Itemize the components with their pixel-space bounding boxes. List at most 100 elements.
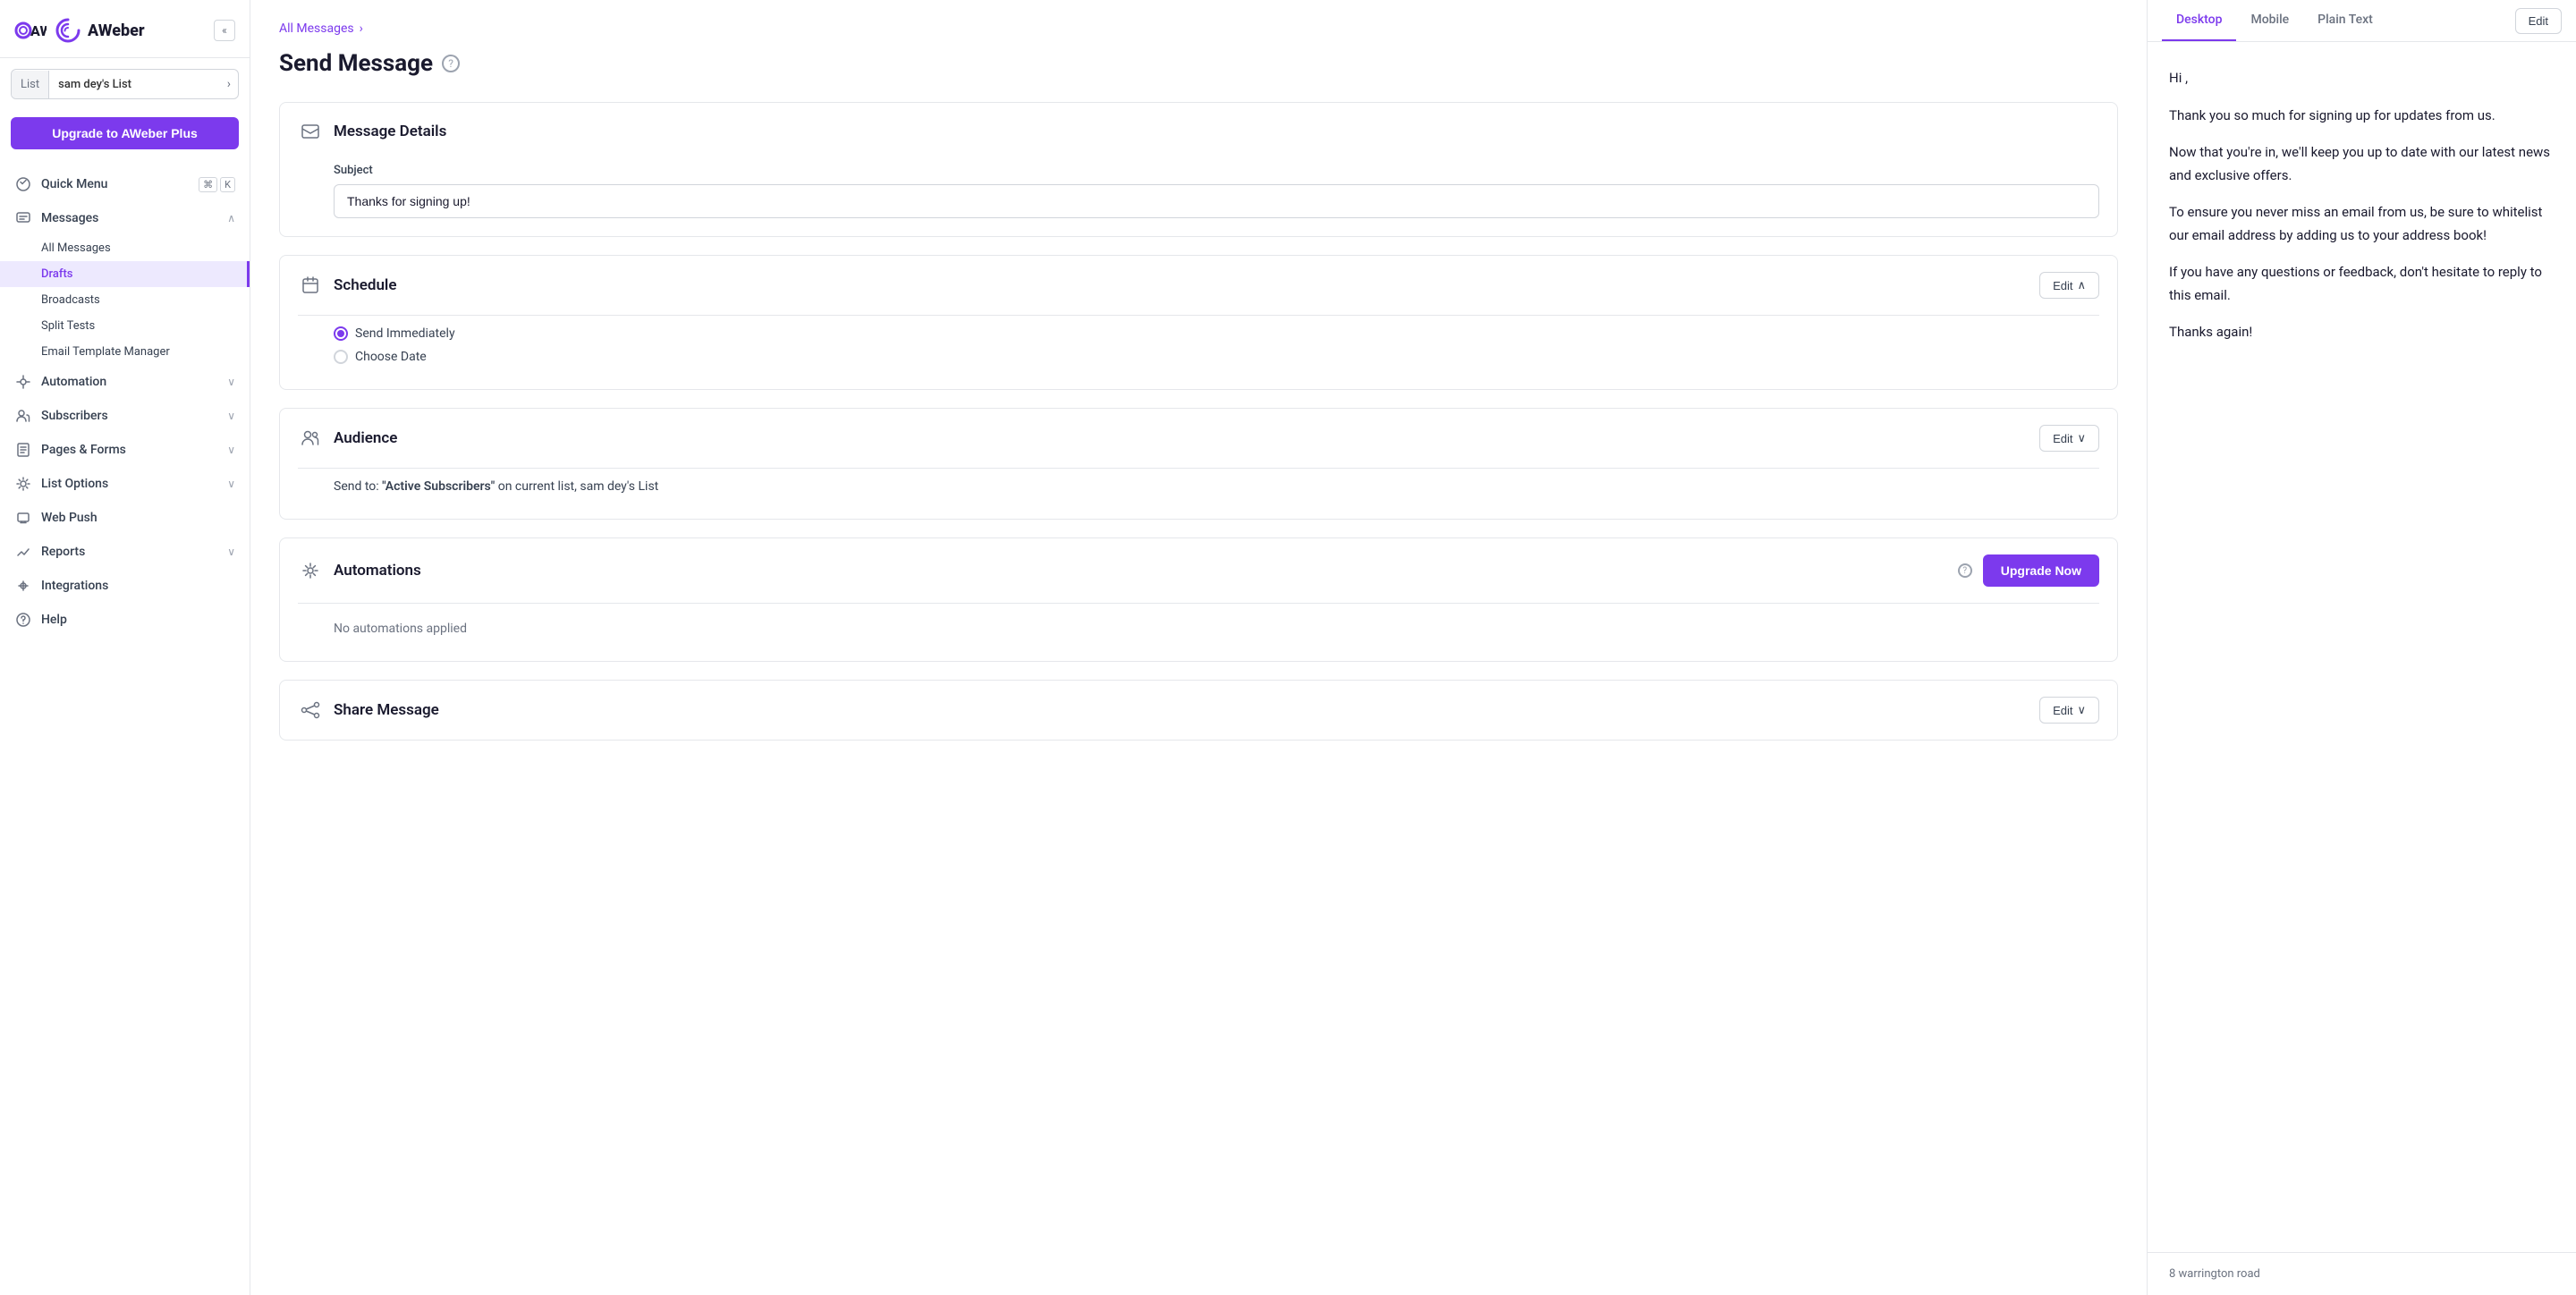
subject-label: Subject [334, 164, 2099, 177]
message-details-icon [298, 119, 323, 144]
quick-menu-icon [14, 175, 32, 193]
page-help-icon[interactable]: ? [442, 55, 460, 72]
sidebar-item-messages[interactable]: Messages ∧ [0, 201, 250, 235]
schedule-section: Schedule Edit ∧ Send Immediately [279, 255, 2118, 390]
chevron-down-icon: ∨ [227, 410, 235, 422]
automations-section: Automations ? Upgrade Now No automations… [279, 537, 2118, 662]
radio-label: Choose Date [355, 350, 427, 364]
chevron-down-icon: ∨ [227, 376, 235, 388]
messages-sub-nav: All Messages Drafts Broadcasts Split Tes… [0, 235, 250, 365]
list-arrow-icon: › [220, 70, 238, 98]
messages-icon [14, 209, 32, 227]
preview-tab-mobile[interactable]: Mobile [2236, 0, 2303, 41]
audience-header: Audience Edit ∨ [280, 409, 2117, 468]
audience-edit-button[interactable]: Edit ∨ [2039, 425, 2099, 452]
preview-tab-plain-text[interactable]: Plain Text [2303, 0, 2387, 41]
share-message-edit-button[interactable]: Edit ∨ [2039, 697, 2099, 724]
no-automations-text: No automations applied [334, 614, 2099, 643]
preview-p3: To ensure you never miss an email from u… [2169, 201, 2555, 247]
schedule-icon [298, 273, 323, 298]
sidebar-item-subscribers[interactable]: Subscribers ∨ [0, 399, 250, 433]
shortcut-keys: ⌘ K [199, 177, 235, 192]
message-details-section: Message Details Subject [279, 102, 2118, 237]
automations-help-icon[interactable]: ? [1958, 563, 1972, 578]
radio-dot-empty [334, 350, 348, 364]
radio-send-immediately[interactable]: Send Immediately [334, 326, 2099, 341]
sidebar-item-label: Quick Menu [41, 177, 190, 191]
preview-content: Hi , Thank you so much for signing up fo… [2148, 42, 2576, 1252]
logo-text: AWeber [88, 21, 145, 40]
radio-choose-date[interactable]: Choose Date [334, 350, 2099, 364]
preview-p4: If you have any questions or feedback, d… [2169, 261, 2555, 307]
sidebar-item-label: Reports [41, 545, 218, 559]
schedule-title: Schedule [334, 276, 2029, 294]
automation-icon [14, 373, 32, 391]
automations-icon [298, 558, 323, 583]
upgrade-now-button[interactable]: Upgrade Now [1983, 554, 2099, 587]
sidebar-item-integrations[interactable]: Integrations [0, 569, 250, 603]
sidebar-item-label: List Options [41, 477, 218, 491]
sidebar-item-label: Integrations [41, 579, 235, 593]
breadcrumb-parent-link[interactable]: All Messages [279, 21, 354, 36]
sidebar-item-quick-menu[interactable]: Quick Menu ⌘ K [0, 167, 250, 201]
sidebar-nav: Quick Menu ⌘ K Messages ∧ All Messages D… [0, 160, 250, 1295]
center-panel: All Messages › Send Message ? Message De… [250, 0, 2147, 1295]
sidebar-collapse-button[interactable]: « [214, 20, 235, 41]
automations-body: No automations applied [280, 604, 2117, 661]
aweber-logo-icon: AWeber [14, 14, 47, 47]
audience-title: Audience [334, 429, 2029, 447]
radio-label: Send Immediately [355, 326, 455, 341]
schedule-edit-button[interactable]: Edit ∧ [2039, 272, 2099, 299]
automations-title: Automations [334, 562, 1951, 580]
sidebar: AWeber AWeber « List sam dey's List › Up… [0, 0, 250, 1295]
sidebar-item-label: Automation [41, 375, 218, 389]
sidebar-item-reports[interactable]: Reports ∨ [0, 535, 250, 569]
web-push-icon [14, 509, 32, 527]
sidebar-item-label: Subscribers [41, 409, 218, 423]
upgrade-button[interactable]: Upgrade to AWeber Plus [11, 117, 239, 149]
share-message-section: Share Message Edit ∨ [279, 680, 2118, 741]
preview-footer-address: 8 warrington road [2169, 1267, 2260, 1281]
preview-tabs: Desktop Mobile Plain Text Edit [2148, 0, 2576, 42]
chevron-down-icon: ∨ [2077, 703, 2086, 717]
sidebar-item-all-messages[interactable]: All Messages [0, 235, 250, 261]
chevron-down-icon: ∨ [227, 478, 235, 490]
reports-icon [14, 543, 32, 561]
list-label: List [12, 71, 49, 98]
audience-section: Audience Edit ∨ Send to: "Active Subscri… [279, 408, 2118, 520]
list-selector[interactable]: List sam dey's List › [11, 69, 239, 99]
content-area: All Messages › Send Message ? Message De… [250, 0, 2576, 1295]
subject-input[interactable] [334, 184, 2099, 218]
sidebar-item-split-tests[interactable]: Split Tests [0, 313, 250, 339]
preview-edit-button[interactable]: Edit [2515, 8, 2562, 34]
subscribers-icon [14, 407, 32, 425]
preview-tab-desktop[interactable]: Desktop [2162, 0, 2236, 41]
chevron-up-icon: ∧ [227, 212, 235, 224]
message-details-header: Message Details [280, 103, 2117, 160]
chevron-down-icon: ∨ [227, 444, 235, 456]
audience-icon [298, 426, 323, 451]
breadcrumb-separator: › [360, 21, 363, 36]
sidebar-item-list-options[interactable]: List Options ∨ [0, 467, 250, 501]
list-options-icon [14, 475, 32, 493]
sidebar-item-web-push[interactable]: Web Push [0, 501, 250, 535]
radio-dot-filled [334, 326, 348, 341]
sidebar-item-label: Help [41, 613, 235, 627]
share-icon [298, 698, 323, 723]
chevron-up-icon: ∧ [2077, 278, 2086, 292]
automations-header: Automations ? Upgrade Now [280, 538, 2117, 603]
sidebar-item-email-template-manager[interactable]: Email Template Manager [0, 339, 250, 365]
schedule-radio-group: Send Immediately Choose Date [334, 319, 2099, 371]
sidebar-item-drafts[interactable]: Drafts [0, 261, 250, 287]
main-content: All Messages › Send Message ? Message De… [250, 0, 2576, 1295]
message-details-title: Message Details [334, 123, 2099, 140]
sidebar-item-label: Web Push [41, 511, 235, 525]
automations-title-row: Automations ? [334, 562, 1972, 580]
sidebar-item-pages-forms[interactable]: Pages & Forms ∨ [0, 433, 250, 467]
sidebar-item-label: Pages & Forms [41, 443, 218, 457]
sidebar-item-broadcasts[interactable]: Broadcasts [0, 287, 250, 313]
sidebar-item-help[interactable]: Help [0, 603, 250, 637]
share-message-title: Share Message [334, 701, 2029, 719]
schedule-body: Send Immediately Choose Date [280, 316, 2117, 389]
sidebar-item-automation[interactable]: Automation ∨ [0, 365, 250, 399]
